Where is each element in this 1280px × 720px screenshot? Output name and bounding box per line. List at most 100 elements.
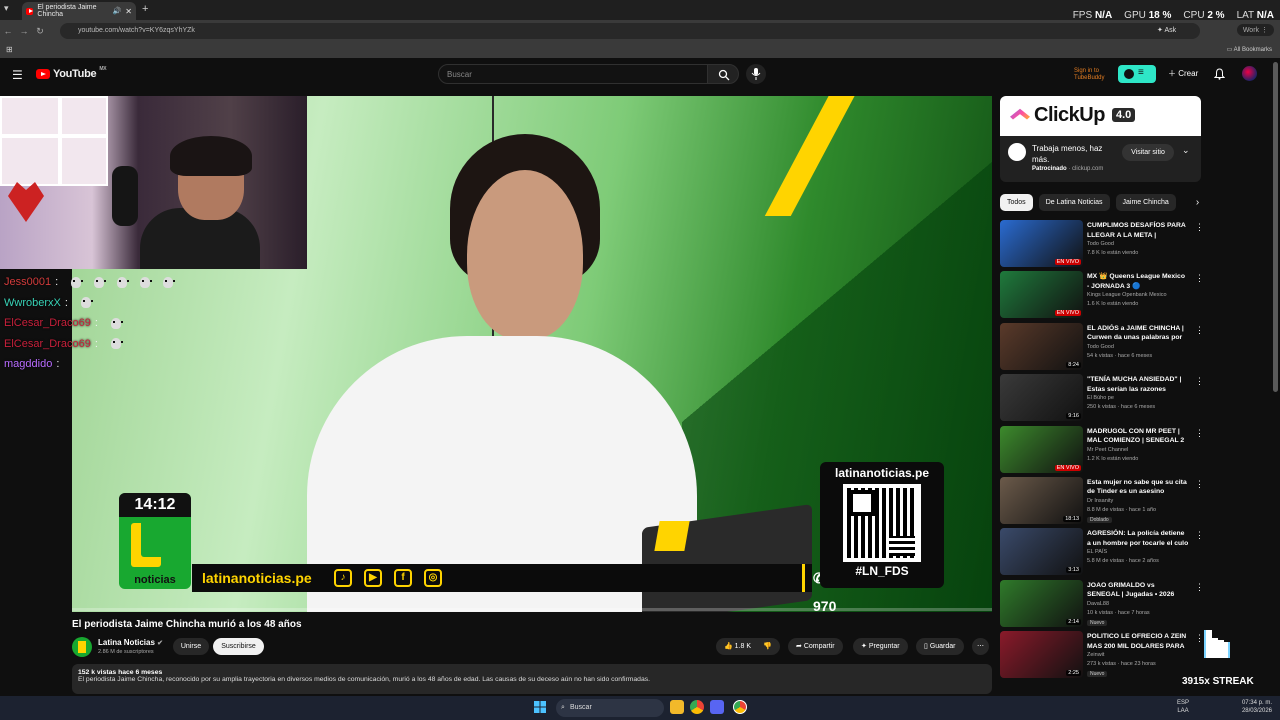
recommendation-thumbnail[interactable]: EN VIVO [1000, 425, 1083, 473]
recommendation-thumbnail[interactable]: 2:14 [1000, 579, 1083, 627]
tab-close-icon[interactable]: ✕ [125, 7, 132, 16]
more-options-icon[interactable]: ⋮ [1195, 428, 1204, 439]
file-explorer-icon[interactable] [670, 700, 684, 714]
system-clock[interactable]: 07:34 p. m. 28/03/2026 [1242, 699, 1272, 715]
recommendation-channel[interactable]: Zeinwit [1087, 652, 1104, 658]
page-scrollbar[interactable] [1273, 62, 1278, 392]
tubebuddy-line1: Sign in to [1074, 68, 1100, 74]
more-options-icon[interactable]: ⋮ [1195, 325, 1204, 336]
taskbar-search[interactable]: ⌕ Buscar [556, 699, 664, 717]
tubebuddy-button[interactable]: ≡ [1118, 65, 1156, 83]
recommendation-channel[interactable]: Mr Peet Channel [1087, 447, 1128, 453]
more-options-icon[interactable]: ⋮ [1195, 376, 1204, 387]
youtube-logo[interactable]: YouTube MX [36, 66, 107, 80]
more-options-icon[interactable]: ⋮ [1195, 530, 1204, 541]
search-input[interactable]: Buscar [438, 64, 708, 84]
recommendation-channel[interactable]: El Búho pe [1087, 395, 1114, 401]
recommendation-title[interactable]: MADRUGOL CON MR PEET | MAL COMIENZO | SE… [1087, 427, 1189, 446]
recommendation-channel[interactable]: Todo Good [1087, 241, 1114, 247]
save-button[interactable]: ▯ Guardar [916, 638, 964, 655]
profile-button[interactable]: Work ⋮ [1236, 24, 1274, 36]
visit-site-button[interactable]: Visitar sitio [1122, 144, 1174, 161]
recommendation-channel[interactable]: EL PAÍS [1087, 549, 1107, 555]
forward-icon[interactable]: → [16, 26, 32, 36]
recommendation-channel[interactable]: Dr Insanity [1087, 498, 1113, 504]
recommendation-title[interactable]: POLITICO LE OFRECIO A ZEIN MAS 200 MIL D… [1087, 632, 1189, 651]
recommendation-channel[interactable]: Kings League Openbank Mexico [1087, 292, 1167, 298]
chip-all[interactable]: Todos [1000, 194, 1033, 211]
video-progress-bar[interactable] [72, 608, 992, 611]
ask-button[interactable]: ✦ Preguntar [853, 638, 908, 655]
recommendation-thumbnail[interactable]: 9:16 [1000, 374, 1083, 422]
recommendation-title[interactable]: JOAO GRIMALDO vs SENEGAL | Jugadas • 202… [1087, 581, 1189, 600]
all-bookmarks-button[interactable]: ▭ All Bookmarks [1227, 46, 1272, 53]
recommendation-thumbnail[interactable]: EN VIVO [1000, 271, 1083, 319]
recommendation-thumbnail[interactable]: 2:25 [1000, 631, 1083, 679]
create-button[interactable]: ＋ Crear [1166, 65, 1198, 83]
back-icon[interactable]: ← [0, 26, 16, 36]
reload-icon[interactable]: ↻ [32, 26, 48, 37]
recommendation-title[interactable]: "TENÍA MUCHA ANSIEDAD" | Estas serían la… [1087, 375, 1189, 394]
recommendation-item[interactable]: 3:13 AGRESIÓN: La policía detiene a un ho… [1000, 528, 1205, 579]
ask-label: Preguntar [868, 643, 900, 650]
more-options-icon[interactable]: ⋮ [1195, 222, 1204, 233]
recommendation-title[interactable]: AGRESIÓN: La policía detiene a un hombre… [1087, 529, 1189, 548]
recommendation-title[interactable]: MX 👑 Queens League Mexico - JORNADA 3 🔵 [1087, 272, 1189, 291]
description-box[interactable]: 152 k vistas hace 6 meses El periodista … [72, 664, 992, 694]
recommendation-item[interactable]: 18:13 Esta mujer no sabe que su cita de T… [1000, 476, 1205, 528]
channel-avatar[interactable] [72, 637, 92, 657]
recommendation-item[interactable]: 8:24 EL ADIÓS a JAIME CHINCHA | Curwen da… [1000, 322, 1205, 374]
recommendation-item[interactable]: 9:16 "TENÍA MUCHA ANSIEDAD" | Estas sería… [1000, 374, 1205, 425]
recommendation-title[interactable]: CUMPLIMOS DESAFÍOS PARA LLEGAR A LA META… [1087, 221, 1189, 240]
chrome-active-icon[interactable] [733, 700, 747, 714]
recommendation-item[interactable]: 2:14 JOAO GRIMALDO vs SENEGAL | Jugadas •… [1000, 579, 1205, 631]
tab-audio-icon[interactable]: 🔊 [113, 7, 122, 15]
chevron-right-icon[interactable]: › [1196, 194, 1199, 211]
new-tab-button[interactable]: + [142, 3, 148, 15]
more-actions-button[interactable]: ⋯ [972, 638, 989, 655]
recommendation-title[interactable]: Esta mujer no sabe que su cita de Tinder… [1087, 478, 1189, 497]
recommendation-item[interactable]: EN VIVO CUMPLIMOS DESAFÍOS PARA LLEGAR A … [1000, 220, 1205, 271]
discord-icon[interactable] [710, 700, 724, 714]
tab-search-icon[interactable]: ▾ [4, 3, 9, 14]
thumbs-down-icon[interactable]: 👎 [763, 643, 772, 650]
channel-name[interactable]: Latina Noticias ✔ [98, 638, 163, 647]
address-bar[interactable]: youtube.com/watch?v=KY6zqsYhYZk ✦ Ask Go… [60, 23, 1200, 50]
tubebuddy-icon [1124, 69, 1134, 79]
more-options-icon[interactable]: ⋮ [1195, 273, 1204, 284]
more-options-icon[interactable]: ⋮ [1195, 479, 1204, 490]
input-language[interactable]: ESP LAA [1177, 699, 1189, 715]
search-button[interactable] [707, 64, 739, 84]
chrome-icon[interactable] [690, 700, 704, 714]
recommendation-title[interactable]: EL ADIÓS a JAIME CHINCHA | Curwen da una… [1087, 324, 1189, 343]
subscribe-button[interactable]: Suscribirse [213, 638, 264, 655]
recommendation-thumbnail[interactable]: EN VIVO [1000, 220, 1083, 267]
recommendation-item[interactable]: 2:25 POLITICO LE OFRECIO A ZEIN MAS 200 M… [1000, 631, 1205, 682]
share-button[interactable]: ➦ Compartir [788, 638, 843, 655]
windows-start-icon[interactable] [534, 701, 546, 713]
menu-icon[interactable]: ☰ [12, 68, 23, 82]
like-button[interactable]: 👍 1.8 K 👎 [716, 638, 780, 655]
browser-tab-active[interactable]: El periodista Jaime Chincha 🔊 ✕ [22, 2, 136, 20]
account-avatar[interactable] [1242, 66, 1257, 81]
recommendation-thumbnail[interactable]: 8:24 [1000, 322, 1083, 370]
voice-search-button[interactable] [746, 64, 766, 84]
sponsored-ad[interactable]: ClickUp 4.0 Trabaja menos, haz más. Patr… [1000, 96, 1201, 182]
recommendation-thumbnail[interactable]: 3:13 [1000, 528, 1083, 576]
apps-icon[interactable]: ⊞ [6, 45, 13, 54]
upload-age: hace 6 meses [118, 669, 163, 676]
tubebuddy-signin-link[interactable]: Sign in to TubeBuddy [1074, 68, 1104, 82]
notifications-bell-icon[interactable] [1214, 68, 1225, 80]
chip-topic[interactable]: Jaime Chincha [1115, 194, 1176, 211]
recommendation-thumbnail[interactable]: 18:13 [1000, 476, 1083, 524]
recommendation-item[interactable]: EN VIVO MADRUGOL CON MR PEET | MAL COMIEN… [1000, 425, 1205, 477]
join-button[interactable]: Unirse [173, 638, 209, 655]
recommendation-channel[interactable]: Todo Good [1087, 344, 1114, 350]
skull-emote-icon [117, 276, 130, 288]
recommendation-channel[interactable]: DavaL88 [1087, 601, 1109, 607]
ad-banner[interactable]: ClickUp 4.0 [1000, 96, 1201, 136]
chip-channel[interactable]: De Latina Noticias [1038, 194, 1110, 211]
chevron-down-icon[interactable]: ⌄ [1182, 145, 1190, 156]
recommendation-item[interactable]: EN VIVO MX 👑 Queens League Mexico - JORNA… [1000, 271, 1205, 322]
more-options-icon[interactable]: ⋮ [1195, 582, 1204, 593]
